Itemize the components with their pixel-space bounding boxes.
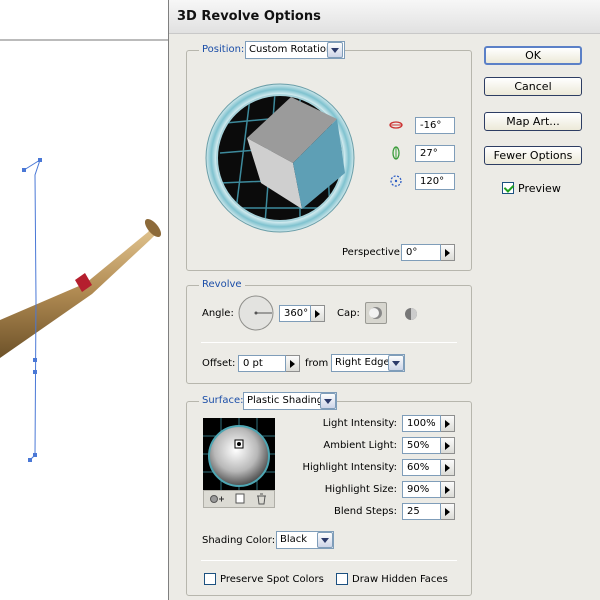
canvas-art: [0, 39, 168, 462]
surface-label: Surface:: [199, 395, 247, 406]
blend-steps-field[interactable]: 25: [402, 503, 441, 520]
from-edge-dropdown[interactable]: [388, 355, 404, 371]
position-preset-dropdown[interactable]: [327, 42, 343, 58]
preview-checkbox[interactable]: [502, 182, 514, 194]
highlight-size-slider-button[interactable]: [441, 481, 455, 498]
shading-color-label: Shading Color:: [202, 535, 276, 546]
shading-color-dropdown[interactable]: [317, 532, 333, 548]
preserve-spot-colors-label[interactable]: Preserve Spot Colors: [220, 574, 324, 585]
offset-field[interactable]: 0 pt: [238, 355, 286, 372]
surface-preset-dropdown[interactable]: [320, 393, 336, 409]
angle-slider-button[interactable]: [311, 305, 325, 322]
lighting-toolbar: [203, 490, 275, 508]
perspective-label: Perspective:: [342, 247, 404, 258]
highlight-intensity-label: Highlight Intensity:: [302, 462, 398, 473]
dialog-title[interactable]: 3D Revolve Options: [169, 0, 600, 34]
light-intensity-field[interactable]: 100%: [402, 415, 441, 432]
map-art-button[interactable]: Map Art...: [484, 112, 582, 131]
cap-off-icon[interactable]: [402, 305, 420, 323]
angle-label: Angle:: [202, 308, 234, 319]
ambient-light-field[interactable]: 50%: [402, 437, 441, 454]
light-intensity-label: Light Intensity:: [322, 418, 397, 429]
position-label: Position:: [199, 44, 248, 55]
cap-label: Cap:: [337, 308, 360, 319]
revolve-group: Revolve: [186, 279, 472, 384]
perspective-field[interactable]: 0°: [401, 244, 441, 261]
cap-on-button[interactable]: [365, 302, 387, 324]
new-light-icon: [235, 493, 245, 504]
y-angle-field[interactable]: 27°: [415, 145, 455, 162]
baseball-bat: [0, 218, 162, 358]
highlight-size-label: Highlight Size:: [324, 484, 397, 495]
z-angle-field[interactable]: 120°: [415, 173, 455, 190]
x-angle-field[interactable]: -16°: [415, 117, 455, 134]
preserve-spot-colors-checkbox[interactable]: [204, 573, 216, 585]
cap-on-icon: [369, 307, 382, 319]
delete-light-icon: [257, 493, 266, 505]
track-cube-preview[interactable]: [205, 83, 355, 233]
highlight-intensity-slider-button[interactable]: [441, 459, 455, 476]
revolve-label: Revolve: [199, 279, 245, 290]
light-intensity-slider-button[interactable]: [441, 415, 455, 432]
x-axis-rotate-icon: [389, 121, 403, 129]
ambient-light-label: Ambient Light:: [323, 440, 397, 451]
cancel-button[interactable]: Cancel: [484, 77, 582, 96]
from-label: from: [305, 358, 329, 369]
offset-slider-button[interactable]: [286, 355, 300, 372]
blend-steps-label: Blend Steps:: [333, 506, 397, 517]
move-light-icon: [210, 495, 218, 503]
y-axis-rotate-icon: [392, 146, 400, 160]
preview-label[interactable]: Preview: [518, 182, 561, 195]
offset-label: Offset:: [202, 358, 236, 369]
ok-button[interactable]: OK: [484, 46, 582, 65]
revolve-options-dialog: 3D Revolve Options Position: Custom Rota…: [168, 0, 600, 600]
artboard-canvas[interactable]: [0, 0, 168, 600]
perspective-slider-button[interactable]: [441, 244, 455, 261]
fewer-options-button[interactable]: Fewer Options: [484, 146, 582, 165]
lighting-tool-icons: [210, 493, 266, 505]
angle-field[interactable]: 360°: [279, 305, 311, 322]
draw-hidden-faces-checkbox[interactable]: [336, 573, 348, 585]
highlight-intensity-field[interactable]: 60%: [402, 459, 441, 476]
draw-hidden-faces-label[interactable]: Draw Hidden Faces: [352, 574, 448, 585]
ambient-light-slider-button[interactable]: [441, 437, 455, 454]
surface-separator: [201, 560, 457, 561]
angle-dial[interactable]: [237, 294, 275, 332]
highlight-size-field[interactable]: 90%: [402, 481, 441, 498]
blend-steps-slider-button[interactable]: [441, 503, 455, 520]
revolve-separator: [201, 342, 457, 343]
z-axis-rotate-icon: [390, 175, 402, 187]
lighting-sphere-preview[interactable]: [203, 418, 275, 490]
